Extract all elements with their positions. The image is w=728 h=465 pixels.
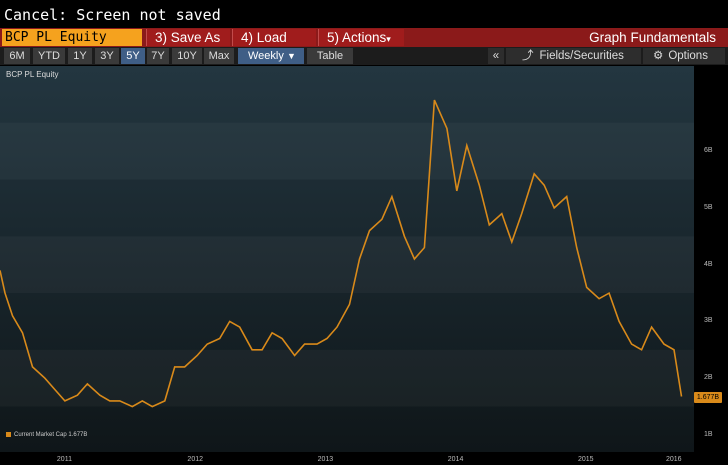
value-band: [0, 236, 694, 293]
range-6m[interactable]: 6M: [4, 48, 30, 64]
frequency-label: Weekly: [248, 50, 284, 62]
legend-label: Current Market Cap 1.677B: [14, 432, 88, 439]
legend: Current Market Cap 1.677B: [6, 432, 87, 438]
options-label: Options: [668, 50, 708, 62]
last-value-badge: 1.677B: [694, 391, 722, 403]
range-max[interactable]: Max: [204, 48, 234, 64]
actions-button[interactable]: 5) Actions▾: [318, 29, 404, 46]
status-line: Cancel: Screen not saved: [4, 6, 221, 24]
chart-line-icon: ⤴: [522, 50, 534, 62]
y-tick-label: 4B: [704, 260, 713, 268]
y-tick-label: 6B: [704, 147, 713, 155]
x-tick-label: 2015: [577, 456, 594, 463]
range-5y[interactable]: 5Y: [121, 48, 145, 64]
value-band: [0, 123, 694, 180]
actions-label: 5) Actions: [327, 30, 387, 45]
x-tick-label: 2012: [187, 456, 203, 463]
x-tick-label: 2016: [666, 456, 682, 463]
save-as-button[interactable]: 3) Save As: [146, 29, 230, 46]
y-tick-label: 3B: [704, 317, 713, 325]
frequency-dropdown[interactable]: Weekly ▼: [238, 48, 304, 64]
function-title: Graph Fundamentals: [589, 30, 716, 45]
x-tick-label: 2011: [56, 456, 72, 463]
fields-label: Fields/Securities: [539, 50, 624, 62]
range-ytd[interactable]: YTD: [33, 48, 65, 64]
fields-securities-button[interactable]: ⤴ Fields/Securities: [506, 48, 641, 64]
legend-swatch: [6, 432, 11, 437]
chevron-down-icon: ▾: [386, 34, 391, 44]
range-3y[interactable]: 3Y: [95, 48, 119, 64]
range-1y[interactable]: 1Y: [68, 48, 92, 64]
ticker-field[interactable]: BCP PL Equity: [2, 29, 142, 46]
collapse-button[interactable]: «: [488, 48, 504, 64]
range-7y[interactable]: 7Y: [147, 48, 169, 64]
x-tick-label: 2013: [317, 456, 334, 463]
y-tick-label: 1B: [704, 430, 713, 438]
gear-icon: ⚙: [653, 50, 664, 62]
security-label: BCP PL Equity: [6, 70, 59, 79]
table-button[interactable]: Table: [307, 48, 353, 64]
y-tick-label: 2B: [704, 374, 713, 382]
chart-plot-area[interactable]: [0, 66, 694, 452]
y-tick-label: 5B: [704, 203, 713, 211]
range-10y[interactable]: 10Y: [172, 48, 202, 64]
load-button[interactable]: 4) Load: [232, 29, 316, 46]
dropdown-arrow-icon: ▼: [286, 51, 296, 61]
options-button[interactable]: ⚙ Options: [643, 48, 725, 64]
x-tick-label: 2014: [447, 456, 464, 463]
